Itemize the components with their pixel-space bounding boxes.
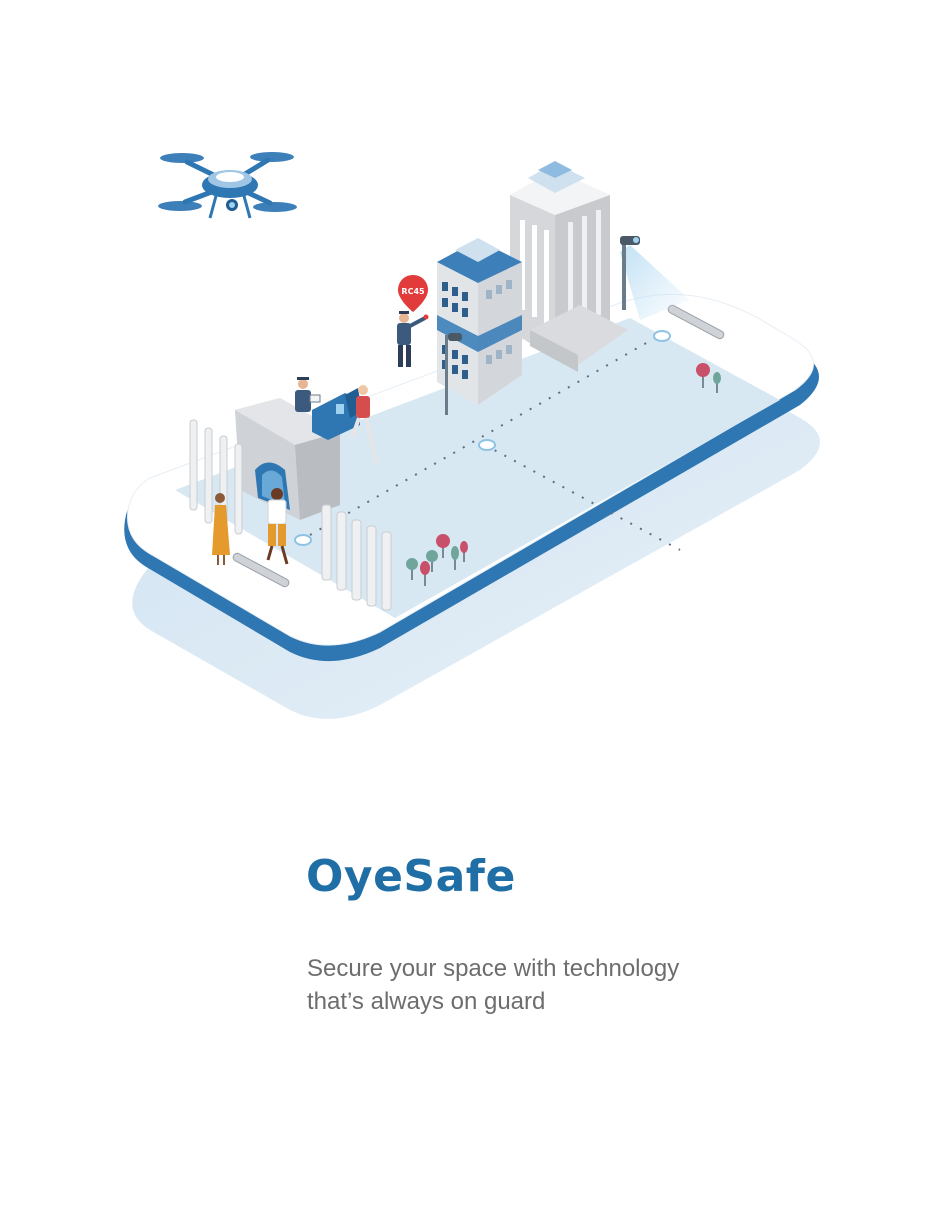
hero-illustration: RC45 bbox=[0, 0, 950, 760]
drone-icon bbox=[158, 152, 297, 219]
tagline-line-1: Secure your space with technology bbox=[307, 955, 680, 982]
brand-title: OyeSafe bbox=[306, 851, 516, 902]
desk-guard bbox=[295, 377, 321, 412]
security-guard bbox=[397, 311, 429, 367]
location-pin: RC45 bbox=[398, 275, 428, 312]
pin-label: RC45 bbox=[401, 287, 425, 296]
blue-office-building bbox=[437, 238, 522, 405]
tagline: Secure your space with technology that’s… bbox=[307, 952, 757, 1018]
tall-grey-building bbox=[510, 161, 628, 372]
isometric-phone-illustration: RC45 bbox=[124, 152, 820, 719]
tagline-line-2: that’s always on guard bbox=[307, 988, 546, 1015]
